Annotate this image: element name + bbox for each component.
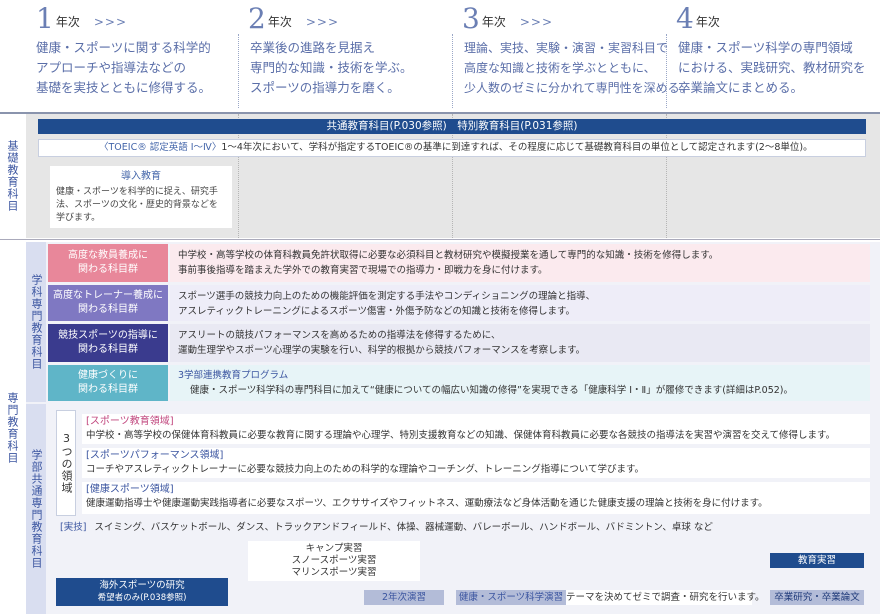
overseas-sports-study: 海外スポーツの研究 希望者のみ(P.038参照) [56, 578, 228, 606]
arrows: >>> [93, 15, 128, 29]
camp-practice-box: キャンプ実習 スノースポーツ実習 マリンスポーツ実習 [248, 541, 420, 581]
health-sports-science-seminar: 健康・スポーツ科学演習 [456, 590, 566, 605]
category-competitive-sports: 競技スポーツの指導に 関わる科目群 [48, 324, 168, 362]
category-health-promotion-desc: 3学部連携教育プログラム 健康・スポーツ科学科の専門科目に加えて“健康についての… [170, 365, 870, 401]
intro-title: 導入教育 [121, 171, 161, 182]
introductory-education-box: 導入教育 健康・スポーツを科学的に捉え、研究手法、スポーツの文化・歴史的背景など… [50, 166, 232, 228]
year-number: 3 [462, 2, 480, 35]
domain-title: [スポーツ教育領域] [86, 416, 174, 427]
arrows: >>> [519, 15, 554, 29]
year-3-description: 理論、実技、実験・演習・実習科目で 高度な知識と技術を学ぶとともに、 少人数のゼ… [464, 41, 692, 95]
camp-item: キャンプ実習 [305, 543, 363, 554]
divider [666, 34, 667, 108]
desc-line: 運動生理学やスポーツ心理学の実験を行い、科学的根拠から競技パフォーマンスを考察し… [178, 345, 586, 356]
year-2-heading: 2 年次 >>> [248, 4, 339, 34]
divider [452, 34, 453, 108]
domain-sports-performance: [スポーツパフォーマンス領域] コーチやアスレティックトレーナーに必要な競技力向… [82, 448, 870, 478]
category-name: 高度なトレーナー養成に 関わる科目群 [53, 290, 163, 315]
second-year-seminar: 2年次演習 [364, 590, 444, 605]
category-name: 高度な教員養成に 関わる科目群 [68, 250, 148, 275]
domain-text: コーチやアスレティックトレーナーに必要な競技力向上のための科学的な理論やコーチン… [86, 464, 645, 475]
camp-item: スノースポーツ実習 [291, 555, 377, 566]
teaching-practice: 教育実習 [770, 553, 864, 568]
year-number: 4 [676, 2, 694, 35]
toeic-text: 1〜4年次において、学科が指定するTOEIC®の基準に到達すれば、その程度に応じ… [221, 142, 813, 153]
domain-title: [健康スポーツ領域] [86, 484, 174, 495]
practical-skills-row: [実技] スイミング、バスケットボール、ダンス、トラックアンドフィールド、体操、器… [60, 520, 870, 536]
category-competitive-sports-desc: アスリートの競技パフォーマンスを高めるための指導法を修得するために、 運動生理学… [170, 324, 870, 362]
toeic-title: 〈TOEIC® 認定英語 Ⅰ〜Ⅳ〉 [99, 142, 222, 153]
camp-item: マリンスポーツ実習 [291, 567, 377, 578]
desc-line: 事前事後指導を踏まえた学外での教育実習で現場での指導力・即戦力を身に付けます。 [178, 265, 548, 276]
divider [238, 34, 239, 108]
year-label: 年次 [695, 15, 720, 29]
domain-title: [スポーツパフォーマンス領域] [86, 450, 224, 461]
category-name: 競技スポーツの指導に 関わる科目群 [58, 330, 158, 355]
category-trainer-training: 高度なトレーナー養成に 関わる科目群 [48, 285, 168, 321]
category-teacher-training: 高度な教員養成に 関わる科目群 [48, 244, 168, 282]
practice-tag: [実技] [60, 522, 87, 533]
year-label: 年次 [55, 15, 80, 29]
year-4-heading: 4 年次 [676, 4, 720, 34]
specialist-education-label: 専門教育科目 [6, 392, 19, 464]
category-name: 健康づくりに 関わる科目群 [78, 370, 138, 395]
faculty-common-label: 学部共通専門教育科目 [30, 449, 43, 569]
category-health-promotion: 健康づくりに 関わる科目群 [48, 365, 168, 401]
desc-line: 中学校・高等学校の体育科教員免許状取得に必要な必須科目と教材研究や模擬授業を通し… [178, 250, 719, 261]
desc-line: アスリートの競技パフォーマンスを高めるための指導法を修得するために、 [178, 330, 501, 341]
intro-text: 健康・スポーツを科学的に捉え、研究手法、スポーツの文化・歴史的背景などを学びます… [56, 187, 218, 223]
year-1-description: 健康・スポーツに関する科学的 アプローチや指導法などの 基礎を実技とともに修得す… [36, 40, 212, 95]
arrows: >>> [305, 15, 340, 29]
program-title: 3学部連携教育プログラム [178, 370, 289, 381]
seminar-description: テーマを決めてゼミで調査・研究を行います。 [566, 590, 765, 605]
overseas-sub: 希望者のみ(P.038参照) [97, 593, 187, 603]
year-label: 年次 [481, 15, 506, 29]
department-specialist-label: 学科専門教育科目 [30, 274, 43, 370]
common-special-education-banner: 共通教育科目(P.030参照) 特別教育科目(P.031参照) [38, 119, 866, 134]
three-domains-label: 3つの領域 [60, 432, 73, 494]
desc-line: アスレティックトレーニングによるスポーツ傷害・外傷予防などの知識と技術を修得しま… [178, 306, 576, 317]
year-4-description: 健康・スポーツ科学の専門領域 における、実践研究、教材研究を 卒業論文にまとめる… [678, 40, 866, 95]
section-rule [0, 239, 880, 240]
category-trainer-training-desc: スポーツ選手の競技力向上のための機能評価を測定する手法やコンディショニングの理論… [170, 285, 870, 321]
desc-line: 健康・スポーツ科学科の専門科目に加えて“健康についての幅広い知識の修得”を実現で… [190, 385, 794, 396]
domain-text: 健康運動指導士や健康運動実践指導者に必要なスポーツ、エクササイズやフィットネス、… [86, 498, 768, 509]
overseas-title: 海外スポーツの研究 [99, 580, 185, 591]
domain-health-sports: [健康スポーツ領域] 健康運動指導士や健康運動実践指導者に必要なスポーツ、エクサ… [82, 482, 870, 514]
year-1-heading: 1 年次 >>> [36, 4, 127, 34]
desc-line: スポーツ選手の競技力向上のための機能評価を測定する手法やコンディショニングの理論… [178, 291, 596, 302]
year-label: 年次 [267, 15, 292, 29]
year-number: 1 [36, 2, 54, 35]
basic-education-label: 基礎教育科目 [6, 140, 19, 212]
domain-sports-education: [スポーツ教育領域] 中学校・高等学校の保健体育科教員に必要な教育に関する理論や… [82, 414, 870, 444]
year-number: 2 [248, 2, 266, 35]
year-2-description: 卒業後の進路を見据え 専門的な知識・技術を学ぶ。 スポーツの指導力を磨く。 [250, 40, 413, 95]
practice-text: スイミング、バスケットボール、ダンス、トラックアンドフィールド、体操、器械運動、… [94, 522, 713, 533]
graduation-thesis: 卒業研究・卒業論文 [770, 590, 864, 605]
toeic-info: 〈TOEIC® 認定英語 Ⅰ〜Ⅳ〉1〜4年次において、学科が指定するTOEIC®… [38, 139, 866, 157]
domain-text: 中学校・高等学校の保健体育科教員に必要な教育に関する理論や心理学、特別支援教育な… [86, 430, 836, 441]
year-3-heading: 3 年次 >>> [462, 4, 553, 34]
category-teacher-training-desc: 中学校・高等学校の体育科教員免許状取得に必要な必須科目と教材研究や模擬授業を通し… [170, 244, 870, 282]
